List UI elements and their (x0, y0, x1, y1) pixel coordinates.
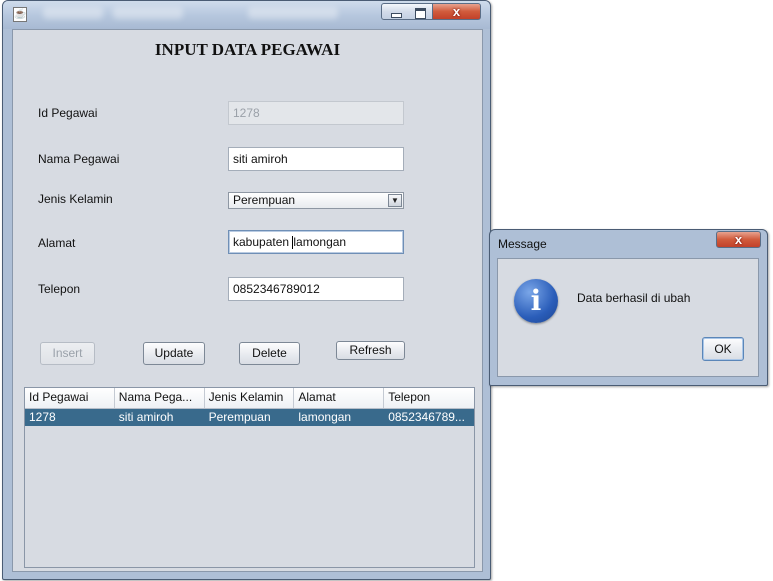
alamat-label: Alamat (38, 236, 76, 250)
table-cell[interactable]: Perempuan (205, 409, 295, 426)
form-title: INPUT DATA PEGAWAI (154, 40, 341, 59)
jenis-kelamin-select[interactable]: Perempuan ▼ (228, 192, 404, 209)
pegawai-table[interactable]: Id Pegawai Nama Pega... Jenis Kelamin Al… (24, 387, 475, 568)
ok-button[interactable]: OK (702, 337, 744, 361)
title-blur (43, 7, 103, 19)
update-button[interactable]: Update (143, 342, 205, 365)
title-blur (248, 7, 338, 19)
nama-pegawai-label: Nama Pegawai (38, 152, 120, 166)
message-dialog: Message x i Data berhasil di ubah OK (489, 229, 768, 386)
column-header[interactable]: Telepon (384, 388, 474, 408)
telepon-label: Telepon (38, 282, 81, 296)
close-icon: x (452, 4, 461, 19)
jenis-kelamin-value: Perempuan (233, 193, 296, 207)
dialog-content: i Data berhasil di ubah OK (497, 258, 759, 377)
table-header: Id Pegawai Nama Pega... Jenis Kelamin Al… (25, 388, 474, 409)
telepon-field[interactable]: 0852346789012 (228, 277, 404, 301)
main-window: ☕ x INPUT DATA PEGAWAI Id Pegawai 1278 N… (2, 0, 491, 580)
column-header[interactable]: Alamat (294, 388, 385, 408)
minimize-button[interactable] (381, 3, 408, 20)
id-pegawai-field: 1278 (228, 101, 404, 125)
dropdown-arrow-icon[interactable]: ▼ (388, 194, 402, 207)
delete-button[interactable]: Delete (239, 342, 300, 365)
alamat-value-after-caret: lamongan (293, 235, 347, 249)
table-cell[interactable]: lamongan (294, 409, 384, 426)
jenis-kelamin-label: Jenis Kelamin (38, 192, 113, 206)
title-bar[interactable]: ☕ x (3, 1, 490, 29)
alamat-value-before-caret: kabupaten (233, 235, 293, 249)
dialog-close-button[interactable]: x (716, 231, 761, 248)
table-cell[interactable]: 1278 (25, 409, 115, 426)
close-button[interactable]: x (433, 3, 481, 20)
table-cell[interactable]: 0852346789... (384, 409, 474, 426)
insert-button: Insert (40, 342, 95, 365)
table-row[interactable]: 1278 siti amiroh Perempuan lamongan 0852… (25, 409, 474, 426)
title-blur (113, 7, 183, 19)
column-header[interactable]: Id Pegawai (25, 388, 115, 408)
maximize-button[interactable] (407, 3, 433, 20)
java-app-icon: ☕ (13, 7, 27, 22)
nama-pegawai-field[interactable]: siti amiroh (228, 147, 404, 171)
dialog-message: Data berhasil di ubah (577, 291, 691, 305)
alamat-field[interactable]: kabupaten lamongan (228, 230, 404, 254)
refresh-button[interactable]: Refresh (336, 341, 405, 360)
form-panel: INPUT DATA PEGAWAI Id Pegawai 1278 Nama … (12, 29, 483, 572)
dialog-title: Message (498, 237, 547, 251)
column-header[interactable]: Jenis Kelamin (205, 388, 295, 408)
minimize-icon (391, 13, 402, 18)
id-pegawai-label: Id Pegawai (38, 106, 98, 120)
information-icon: i (514, 279, 558, 323)
table-cell[interactable]: siti amiroh (115, 409, 205, 426)
close-icon: x (734, 232, 743, 247)
column-header[interactable]: Nama Pega... (115, 388, 205, 408)
maximize-icon (415, 8, 426, 19)
